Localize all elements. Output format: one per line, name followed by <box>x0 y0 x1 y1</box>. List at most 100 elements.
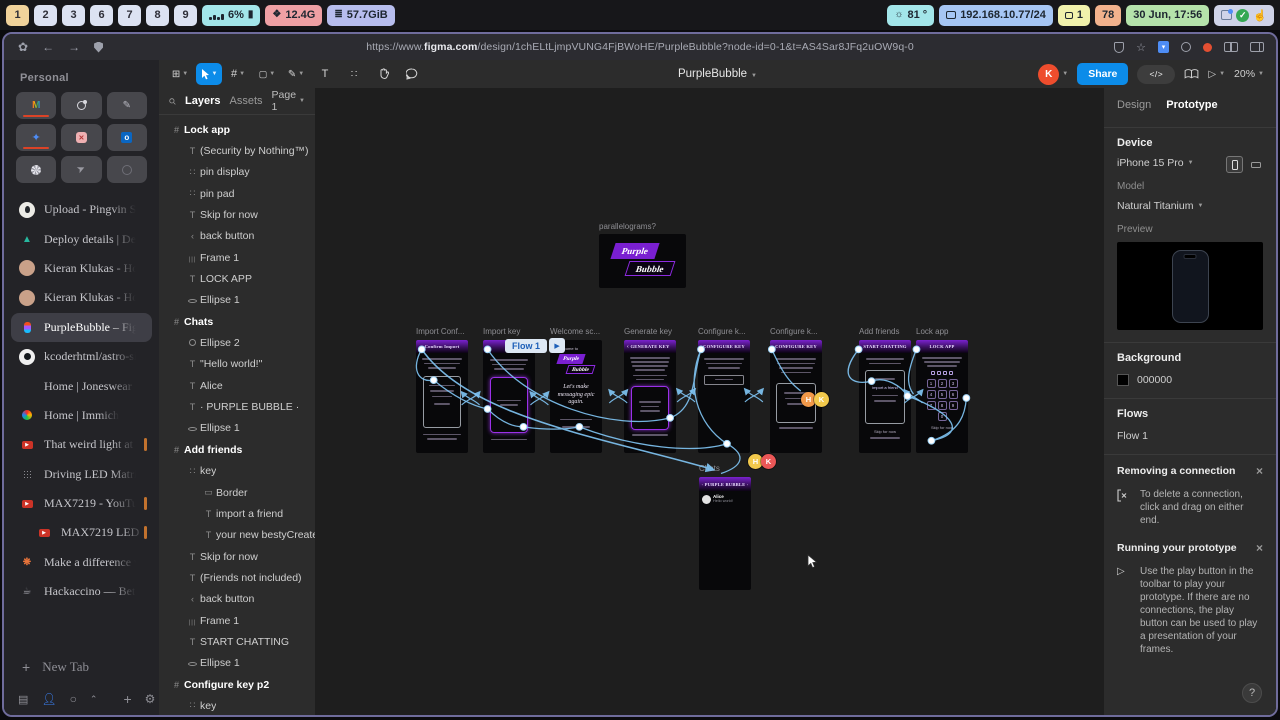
workspace-button-1[interactable]: 1 <box>6 5 29 26</box>
layer-row[interactable]: ∷key <box>159 695 315 715</box>
address-bar[interactable]: https://www.figma.com/design/1chELtLjmpV… <box>4 41 1276 53</box>
design-frame-welcome[interactable]: Welcome toPurpleBubbleLet's make messagi… <box>550 340 602 453</box>
layer-row[interactable]: TSkip for now <box>159 546 315 567</box>
layer-row[interactable]: #Configure key p2 <box>159 674 315 695</box>
pinned-tab-gmail[interactable]: M <box>16 92 56 119</box>
dev-mode-toggle[interactable]: </> <box>1137 65 1175 84</box>
design-frame-import-confirm[interactable]: Confirm Import <box>416 340 468 453</box>
share-button[interactable]: Share <box>1077 63 1128 85</box>
flow-play-icon[interactable]: ▶ <box>549 338 565 353</box>
frame-label[interactable]: Import key <box>483 327 520 336</box>
frame-label[interactable]: Add friends <box>859 327 899 336</box>
page-selector[interactable]: Page 1▼ <box>272 89 305 113</box>
pinned-tab-empty[interactable] <box>107 156 147 183</box>
sidebar-tab[interactable]: ☕︎Hackaccino — Beta <box>11 577 152 606</box>
sidebar-tab[interactable]: ▶MAX7219 LED mu <box>28 518 152 547</box>
design-frame-lock[interactable]: LOCK APP1234567890Skip for now <box>916 340 968 453</box>
shield-icon[interactable] <box>1114 42 1124 53</box>
container-icon[interactable]: ○ <box>70 692 77 706</box>
library-book-icon[interactable] <box>1184 68 1199 80</box>
workspace-button-9[interactable]: 9 <box>174 5 197 26</box>
tab-prototype[interactable]: Prototype <box>1166 99 1217 111</box>
layer-row[interactable]: ‹back button <box>159 226 315 247</box>
flow-start-badge[interactable]: Flow 1 ▶ <box>505 338 565 353</box>
frame-label[interactable]: Generate key <box>624 327 672 336</box>
workspace-button-7[interactable]: 7 <box>118 5 141 26</box>
pinned-tab-spark[interactable]: ✦ <box>16 124 56 151</box>
record-icon[interactable] <box>1203 43 1212 52</box>
sidebar-tab[interactable]: ▶That weird light at th <box>11 430 152 459</box>
pinned-tab-feather[interactable]: ✎ <box>107 92 147 119</box>
color-swatch[interactable] <box>1117 374 1129 386</box>
sidebar-tab[interactable]: Upload - Pingvin Sha <box>11 195 152 224</box>
layer-row[interactable]: |||Frame 1 <box>159 610 315 631</box>
collapse-icon[interactable]: ⌃ <box>90 694 98 705</box>
search-icon[interactable] <box>169 96 176 107</box>
flow-item[interactable]: Flow 1 <box>1117 430 1263 442</box>
layer-row[interactable]: T(Friends not included) <box>159 567 315 588</box>
layer-row[interactable]: TSTART CHATTING <box>159 631 315 652</box>
forward-button[interactable]: → <box>68 40 80 54</box>
frame-label[interactable]: Configure k... <box>698 327 746 336</box>
pinned-tab-sphere[interactable] <box>16 156 56 183</box>
sidebar-tab[interactable]: kcoderhtml/astro-sit <box>11 342 152 371</box>
layer-row[interactable]: #Chats <box>159 311 315 332</box>
sidebar-tab[interactable]: ▲Deploy details | Dep <box>11 224 152 253</box>
design-frame-import-key[interactable] <box>483 340 535 453</box>
add-workspace-icon[interactable]: + <box>123 691 131 707</box>
save-tab-icon[interactable]: ▾ <box>1158 41 1169 53</box>
tab-assets[interactable]: Assets <box>230 95 263 107</box>
pinned-tab-app-circle[interactable] <box>61 92 101 119</box>
tab-layers[interactable]: Layers <box>185 95 220 107</box>
current-user[interactable]: K ▼ <box>1038 64 1068 85</box>
layer-row[interactable]: TLOCK APP <box>159 268 315 289</box>
model-select[interactable]: Natural Titanium▼ <box>1117 200 1263 212</box>
user-avatar[interactable]: K <box>1038 64 1059 85</box>
layer-row[interactable]: T"Hello world!" <box>159 354 315 375</box>
layer-row[interactable]: T(Security by Nothing™) <box>159 140 315 161</box>
sidebar-tab[interactable]: Home | Joneswear S <box>11 371 152 400</box>
sidebar-tab[interactable]: PurpleBubble – Figma <box>11 313 152 342</box>
sidebar-tab[interactable]: ❋Make a difference w <box>11 548 152 577</box>
frame-label[interactable]: Welcome sc... <box>550 327 600 336</box>
pinned-tab-bird[interactable]: ➤ <box>61 156 101 183</box>
workspace-button-2[interactable]: 2 <box>34 5 57 26</box>
close-icon[interactable]: × <box>1256 541 1263 555</box>
layer-row[interactable]: #Add friends <box>159 439 315 460</box>
background-color-row[interactable]: 000000 <box>1117 374 1263 386</box>
pinned-tab-outlook[interactable]: o <box>107 124 147 151</box>
layer-row[interactable]: ∷pin pad <box>159 183 315 204</box>
sidebar-tab[interactable]: Kieran Klukas - Hom <box>11 283 152 312</box>
design-frame-chats[interactable]: · PURPLE BUBBLE ·AliceHello world! <box>699 477 751 590</box>
bookmark-star-icon[interactable]: ☆ <box>1136 41 1146 54</box>
landscape-orientation-button[interactable] <box>1247 156 1264 173</box>
layer-row[interactable]: Tyour new bestyCreated: ... <box>159 525 315 546</box>
design-frame-generate[interactable]: ‹GENERATE KEY <box>624 340 676 453</box>
layer-row[interactable]: ▭Border <box>159 482 315 503</box>
frame-label[interactable]: Configure k... <box>770 327 818 336</box>
back-button[interactable]: ← <box>42 40 54 54</box>
layer-row[interactable]: Ellipse 1 <box>159 418 315 439</box>
frame-label[interactable]: Chats <box>699 464 720 473</box>
profile-icon[interactable]: 👤︎ <box>41 692 56 706</box>
tab-design[interactable]: Design <box>1117 99 1151 111</box>
layer-row[interactable]: ‹back button <box>159 589 315 610</box>
logo-frame[interactable]: Purple Bubble <box>599 234 686 288</box>
frame-label[interactable]: Lock app <box>916 327 948 336</box>
frame-label[interactable]: Import Conf... <box>416 327 464 336</box>
design-frame-configure[interactable]: CONFIGURE KEY <box>698 340 750 453</box>
layer-row[interactable]: Ellipse 1 <box>159 290 315 311</box>
workspace-button-3[interactable]: 3 <box>62 5 85 26</box>
layer-row[interactable]: T· PURPLE BUBBLE · <box>159 396 315 417</box>
present-button[interactable]: ▷▼ <box>1208 69 1225 80</box>
help-button[interactable]: ? <box>1242 683 1262 703</box>
design-frame-friends[interactable]: START CHATTINGimport a friendSkip for no… <box>859 340 911 453</box>
sidebar-toggle-icon[interactable] <box>1250 42 1264 52</box>
sidebar-tab[interactable]: Driving LED Matrice <box>11 460 152 489</box>
zoom-menu[interactable]: 20%▼ <box>1234 68 1264 80</box>
archive-icon[interactable]: ▤ <box>18 693 28 706</box>
tracking-shield-icon[interactable] <box>94 42 103 53</box>
layer-row[interactable]: TSkip for now <box>159 204 315 225</box>
layer-row[interactable]: TAlice <box>159 375 315 396</box>
workspace-button-8[interactable]: 8 <box>146 5 169 26</box>
